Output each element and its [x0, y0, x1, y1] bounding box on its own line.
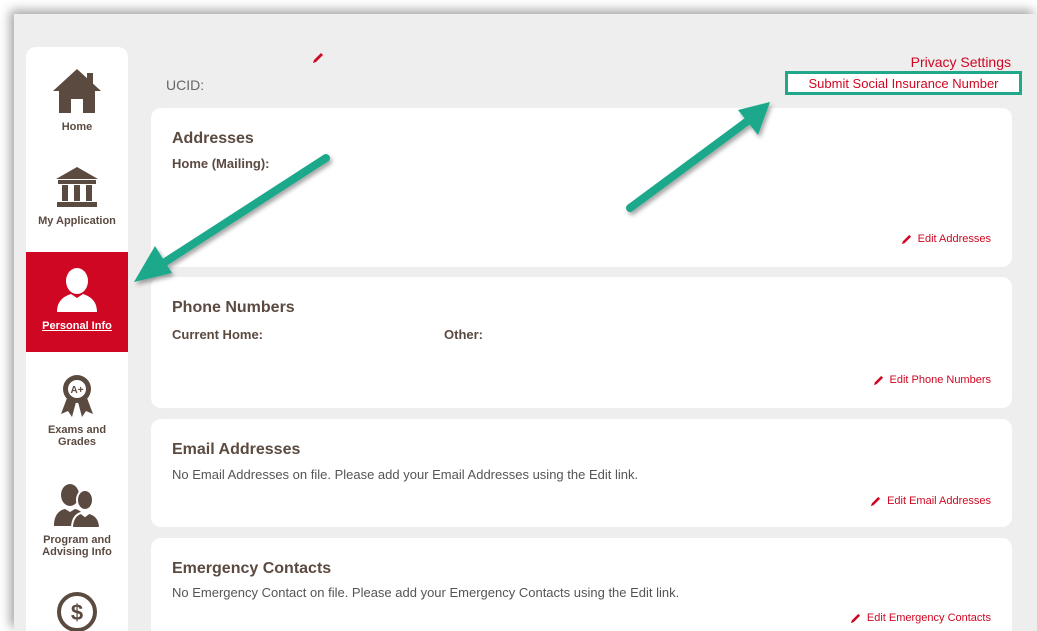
- edit-phone-numbers-label: Edit Phone Numbers: [889, 374, 992, 386]
- emergency-empty-message: No Emergency Contact on file. Please add…: [172, 585, 680, 600]
- privacy-settings-link[interactable]: Privacy Settings: [911, 54, 1011, 70]
- edit-email-addresses-label: Edit Email Addresses: [887, 495, 991, 507]
- sidebar-item-label: My Application: [38, 215, 116, 227]
- sidebar-item-label: Exams and Grades: [47, 424, 107, 448]
- home-icon: [53, 69, 101, 113]
- svg-text:$: $: [71, 600, 83, 625]
- emergency-contacts-title: Emergency Contacts: [172, 560, 332, 577]
- sidebar-item-home[interactable]: Home: [26, 67, 128, 133]
- other-phone-label: Other:: [444, 327, 483, 342]
- pencil-icon: [870, 496, 881, 506]
- addresses-card: Addresses Home (Mailing): Edit Addresses: [151, 108, 1012, 267]
- dollar-coin-icon: $: [57, 592, 97, 631]
- bank-building-icon: [56, 167, 98, 207]
- sidebar-item-exams-and-grades[interactable]: A+ Exams and Grades: [26, 372, 128, 448]
- pencil-icon: [873, 375, 883, 385]
- edit-addresses-link[interactable]: Edit Addresses: [901, 233, 991, 245]
- ucid-label: UCID:: [166, 77, 205, 93]
- email-addresses-title: Email Addresses: [172, 441, 301, 458]
- submit-sin-link[interactable]: Submit Social Insurance Number: [808, 76, 998, 91]
- sidebar-item-finances[interactable]: $: [26, 591, 128, 631]
- edit-emergency-contacts-link[interactable]: Edit Emergency Contacts: [850, 612, 991, 624]
- sidebar-item-label: Personal Info: [42, 320, 112, 332]
- current-home-label: Current Home:: [172, 327, 264, 342]
- submit-sin-highlight: Submit Social Insurance Number: [785, 71, 1022, 95]
- phone-numbers-title: Phone Numbers: [172, 299, 295, 316]
- pencil-icon[interactable]: [312, 52, 324, 64]
- addresses-title: Addresses: [172, 130, 254, 147]
- sidebar-item-personal-info[interactable]: Personal Info: [26, 252, 128, 352]
- home-mailing-label: Home (Mailing):: [172, 156, 270, 171]
- sidebar-nav: Home My Application Personal Info A+ Exa…: [26, 47, 128, 631]
- person-icon: [57, 268, 97, 312]
- sidebar-item-label: Home: [61, 121, 93, 133]
- email-empty-message: No Email Addresses on file. Please add y…: [172, 467, 639, 482]
- edit-phone-numbers-link[interactable]: Edit Phone Numbers: [873, 374, 992, 386]
- pencil-icon: [901, 234, 911, 244]
- edit-emergency-contacts-label: Edit Emergency Contacts: [866, 612, 991, 624]
- pencil-icon: [850, 613, 860, 623]
- award-ribbon-icon: A+: [61, 375, 93, 417]
- emergency-contacts-card: Emergency Contacts No Emergency Contact …: [151, 538, 1012, 631]
- page-frame: Home My Application Personal Info A+ Exa…: [14, 14, 1037, 631]
- sidebar-item-program-and-advising-info[interactable]: Program and Advising Info: [26, 482, 128, 558]
- edit-email-addresses-link[interactable]: Edit Email Addresses: [870, 495, 991, 507]
- edit-addresses-label: Edit Addresses: [917, 233, 991, 245]
- svg-text:A+: A+: [70, 385, 83, 396]
- sidebar-item-my-application[interactable]: My Application: [26, 165, 128, 227]
- sidebar-item-label: Program and Advising Info: [42, 534, 112, 558]
- email-addresses-card: Email Addresses No Email Addresses on fi…: [151, 419, 1012, 527]
- phone-numbers-card: Phone Numbers Current Home: Other: Edit …: [151, 277, 1012, 408]
- people-icon: [54, 484, 102, 528]
